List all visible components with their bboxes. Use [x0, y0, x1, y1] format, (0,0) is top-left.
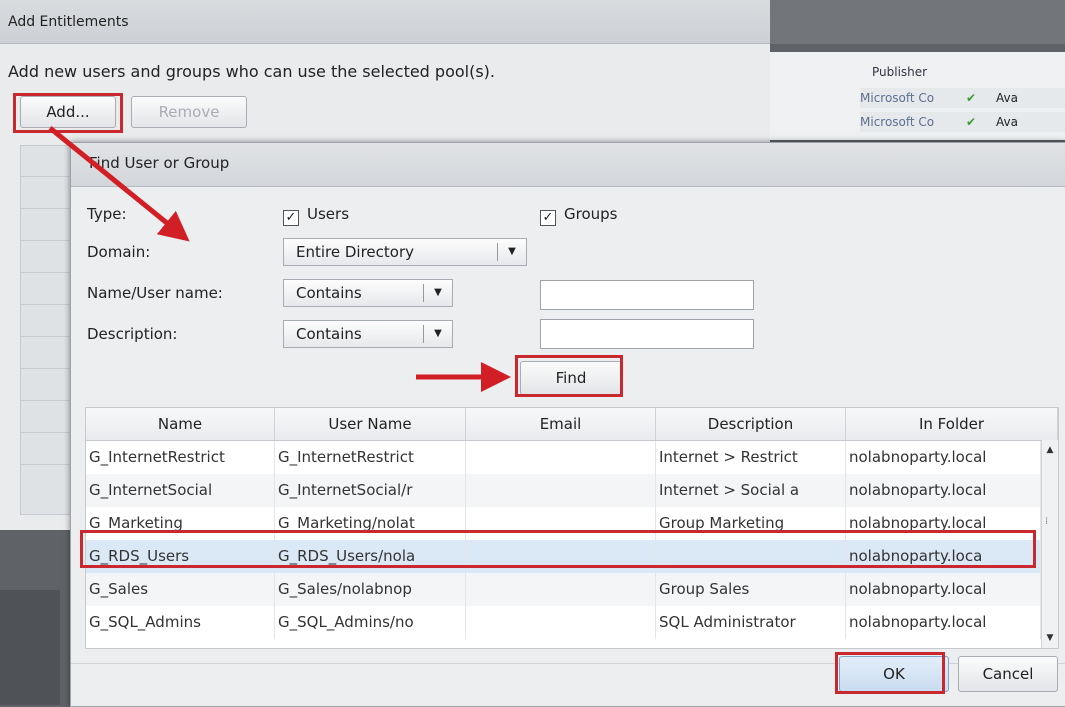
- description-cell: Internet > Restrict: [656, 441, 846, 474]
- column-header-name[interactable]: Name: [86, 408, 275, 440]
- groups-checkbox[interactable]: ✓ Groups: [540, 205, 617, 226]
- description-input[interactable]: [540, 319, 754, 349]
- folder-cell: nolabnoparty.loca: [846, 540, 1041, 573]
- user-name-cell: G_Marketing/nolat: [275, 507, 466, 540]
- ok-button[interactable]: OK: [839, 656, 949, 692]
- status-cell: Ava: [996, 115, 1018, 129]
- email-cell: [466, 507, 656, 540]
- dialog-footer-shade: [0, 590, 60, 705]
- results-scrollbar[interactable]: ▲ ⁞ ▼: [1041, 440, 1058, 648]
- groups-label: Groups: [564, 205, 618, 223]
- description-match-value: Contains: [296, 325, 362, 343]
- check-icon: ✔: [966, 91, 977, 105]
- users-checkbox[interactable]: ✓ Users: [283, 205, 349, 226]
- add-button[interactable]: Add...: [20, 96, 116, 128]
- name-cell: G_RDS_Users: [86, 540, 275, 573]
- folder-cell: nolabnoparty.local: [846, 441, 1041, 474]
- email-cell: [466, 441, 656, 474]
- arrow-up-icon[interactable]: ▲: [1044, 444, 1056, 456]
- chevron-down-icon: ▼: [423, 284, 452, 302]
- user-name-cell: G_InternetRestrict: [275, 441, 466, 474]
- find-button[interactable]: Find: [520, 361, 622, 395]
- background-row: Microsoft Co ✔ Ava: [860, 88, 1065, 108]
- remove-button[interactable]: Remove: [131, 96, 247, 128]
- column-header-in-folder[interactable]: In Folder: [846, 408, 1058, 440]
- email-cell: [466, 606, 656, 639]
- description-cell: [656, 540, 846, 573]
- email-cell: [466, 474, 656, 507]
- domain-value: Entire Directory: [296, 243, 415, 261]
- check-icon: ✔: [966, 115, 977, 129]
- column-header-email[interactable]: Email: [466, 408, 656, 440]
- column-header-user-name[interactable]: User Name: [275, 408, 466, 440]
- user-name-cell: G_RDS_Users/nola: [275, 540, 466, 573]
- table-row[interactable]: G_Marketing G_Marketing/nolat Group Mark…: [86, 507, 1041, 540]
- results-grid: Name User Name Email Description In Fold…: [85, 407, 1059, 649]
- name-input[interactable]: [540, 280, 754, 310]
- check-icon: ✓: [283, 210, 299, 226]
- name-label: Name/User name:: [87, 284, 223, 302]
- check-icon: ✓: [540, 210, 556, 226]
- scroll-grip-icon[interactable]: ⁞: [1045, 516, 1048, 527]
- column-header-description[interactable]: Description: [656, 408, 846, 440]
- table-row[interactable]: G_InternetRestrict G_InternetRestrict In…: [86, 441, 1041, 474]
- publisher-cell: Microsoft Co: [860, 91, 935, 105]
- publisher-cell: Microsoft Co: [860, 115, 935, 129]
- description-cell: Internet > Social a: [656, 474, 846, 507]
- cancel-button[interactable]: Cancel: [958, 656, 1058, 692]
- table-row[interactable]: G_SQL_Admins G_SQL_Admins/no SQL Adminis…: [86, 606, 1041, 639]
- folder-cell: nolabnoparty.local: [846, 573, 1041, 606]
- name-cell: G_Sales: [86, 573, 275, 606]
- description-match-select[interactable]: Contains ▼: [283, 320, 453, 348]
- domain-select[interactable]: Entire Directory ▼: [283, 238, 527, 266]
- dialog-title: Find User or Group: [71, 143, 1065, 187]
- name-cell: G_InternetRestrict: [86, 441, 275, 474]
- user-name-cell: G_SQL_Admins/no: [275, 606, 466, 639]
- name-match-value: Contains: [296, 284, 362, 302]
- email-cell: [466, 540, 656, 573]
- folder-cell: nolabnoparty.local: [846, 474, 1041, 507]
- user-name-cell: G_InternetSocial/r: [275, 474, 466, 507]
- description-cell: SQL Administrator: [656, 606, 846, 639]
- chevron-down-icon: ▼: [423, 325, 452, 343]
- name-cell: G_Marketing: [86, 507, 275, 540]
- email-cell: [466, 573, 656, 606]
- find-user-or-group-dialog: Find User or Group Type: ✓ Users ✓ Groups …: [70, 142, 1065, 707]
- table-row[interactable]: G_InternetSocial G_InternetSocial/r Inte…: [86, 474, 1041, 507]
- description-label: Description:: [87, 325, 178, 343]
- publisher-column-header: Publisher: [872, 65, 928, 79]
- chevron-down-icon: ▼: [497, 243, 526, 261]
- domain-label: Domain:: [87, 243, 151, 261]
- grid-header: Name User Name Email Description In Fold…: [86, 408, 1058, 441]
- dialog-description: Add new users and groups who can use the…: [8, 62, 496, 81]
- description-cell: Group Marketing: [656, 507, 846, 540]
- background-row: Microsoft Co ✔ Ava: [860, 112, 1065, 132]
- table-row-selected[interactable]: G_RDS_Users G_RDS_Users/nola nolabnopart…: [86, 540, 1041, 573]
- description-cell: Group Sales: [656, 573, 846, 606]
- status-cell: Ava: [996, 91, 1018, 105]
- table-row[interactable]: G_Sales G_Sales/nolabnop Group Sales nol…: [86, 573, 1041, 606]
- folder-cell: nolabnoparty.local: [846, 606, 1041, 639]
- users-label: Users: [307, 205, 350, 223]
- folder-cell: nolabnoparty.local: [846, 507, 1041, 540]
- name-match-select[interactable]: Contains ▼: [283, 279, 453, 307]
- type-label: Type:: [87, 205, 127, 223]
- name-cell: G_InternetSocial: [86, 474, 275, 507]
- background-header: [770, 0, 1065, 44]
- arrow-down-icon[interactable]: ▼: [1044, 632, 1056, 644]
- name-cell: G_SQL_Admins: [86, 606, 275, 639]
- dialog-title: Add Entitlements: [0, 0, 770, 44]
- user-name-cell: G_Sales/nolabnop: [275, 573, 466, 606]
